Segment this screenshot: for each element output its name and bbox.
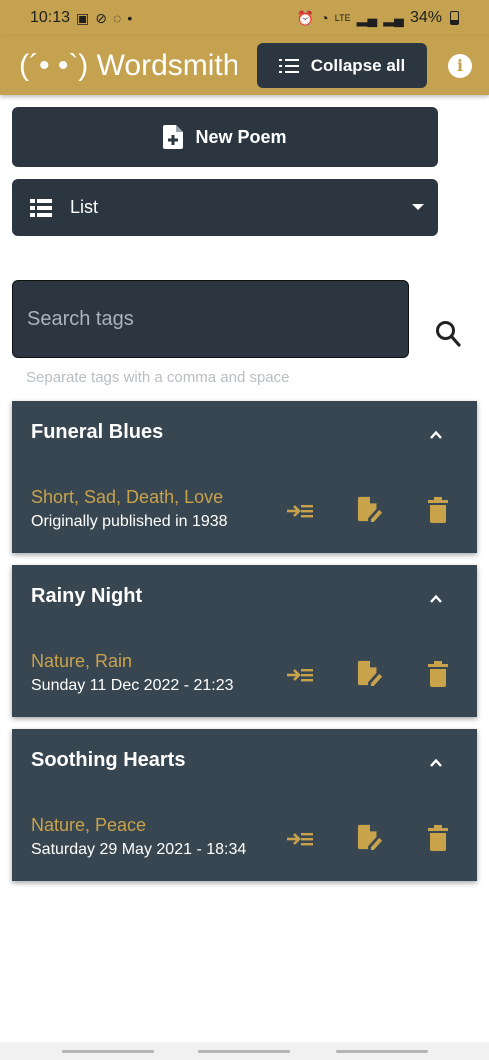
list-icon [278,58,299,73]
poem-card[interactable]: Funeral Blues Short, Sad, Death, Love Or… [12,401,477,553]
poem-tags: Nature, Rain [31,651,133,671]
status-right: ⏰ ◔ LTE ▂▄ ▂▄ 34% [297,9,459,27]
delete-poem-icon[interactable] [424,825,452,851]
lte-icon: LTE [334,12,351,23]
delete-poem-icon[interactable] [424,497,452,523]
home-nav-handle[interactable] [198,1050,290,1053]
poem-date: Originally published in 1938 [31,513,228,530]
dropdown-caret-icon [412,204,424,210]
status-bar: 10:13 ▣ ⊘ ◌ • ⏰ ◔ LTE ▂▄ ▂▄ 34% [0,0,489,36]
view-mode-value: List [70,197,99,217]
poem-title: Rainy Night [31,585,143,607]
dot-icon: • [127,10,133,26]
status-time: 10:13 [30,9,71,26]
app-bar: (´• •`) Wordsmith Collapse all i [0,36,489,95]
delete-poem-icon[interactable] [424,661,452,687]
new-poem-button[interactable]: New Poem [12,107,438,167]
poem-date: Sunday 11 Dec 2022 - 21:23 [31,677,234,694]
back-nav-handle[interactable] [336,1050,428,1053]
status-left: 10:13 ▣ ⊘ ◌ • [30,9,132,27]
poem-tags: Short, Sad, Death, Love [31,487,224,507]
battery-icon [450,11,459,25]
poem-tags: Nature, Peace [31,815,147,835]
view-mode-dropdown[interactable]: List [12,179,438,236]
open-poem-icon[interactable] [286,826,314,852]
alarm-icon: ⏰ [296,10,315,26]
edit-poem-icon[interactable] [356,496,384,522]
list-view-icon [30,198,52,217]
search-icon[interactable] [435,320,461,348]
open-poem-icon[interactable] [286,498,314,524]
new-poem-label: New Poem [195,126,287,147]
info-icon[interactable]: i [448,54,472,78]
battery-percent: 34% [409,9,442,26]
blocked-icon: ⊘ [95,10,108,26]
gallery-icon: ▣ [76,10,90,26]
poem-card[interactable]: Soothing Hearts Nature, Peace Saturday 2… [12,729,477,881]
wifi-icon: ◔ [320,10,329,26]
poem-card[interactable]: Rainy Night Nature, Rain Sunday 11 Dec 2… [12,565,477,717]
system-nav-bar [0,1042,489,1060]
collapse-all-label: Collapse all [310,55,406,75]
chevron-up-icon[interactable] [430,757,442,769]
open-poem-icon[interactable] [286,662,314,688]
app-title: (´• •`) Wordsmith [19,49,237,82]
poem-title: Soothing Hearts [31,749,186,771]
chevron-up-icon[interactable] [430,429,442,441]
poem-date: Saturday 29 May 2021 - 18:34 [31,841,247,858]
recents-nav-handle[interactable] [62,1050,154,1053]
signal-icon: ▂▄ [383,10,404,26]
search-tags-input[interactable] [12,280,409,358]
poem-title: Funeral Blues [31,421,164,443]
whatsapp-icon: ◌ [113,10,122,26]
collapse-all-button[interactable]: Collapse all [257,43,427,88]
new-file-icon [163,125,184,149]
edit-poem-icon[interactable] [356,824,384,850]
chevron-up-icon[interactable] [430,593,442,605]
search-helper-text: Separate tags with a comma and space [26,369,290,386]
signal-icon: ▂▄ [356,10,378,26]
edit-poem-icon[interactable] [356,660,384,686]
